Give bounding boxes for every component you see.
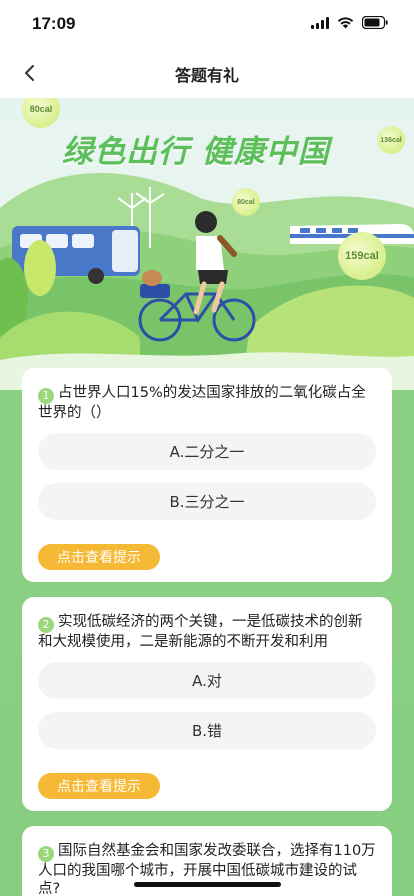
banner-illustration: 绿色出行 健康中国 80cal 136cal 80cal 159cal — [0, 98, 414, 390]
calorie-value: 80cal — [29, 104, 53, 114]
banner-slogan: 绿色出行 健康中国 — [62, 134, 330, 170]
battery-icon — [362, 16, 388, 29]
question-body: 国际自然基金会和国家发改委联合，选择有110万人口的我国哪个城市，开展中国低碳城… — [38, 843, 376, 896]
answer-option[interactable]: B.错 — [38, 712, 376, 749]
calorie-value: 136cal — [380, 136, 402, 144]
status-icons — [311, 16, 388, 29]
calorie-bubble: 159cal — [338, 232, 386, 280]
question-text: 3 国际自然基金会和国家发改委联合，选择有110万人口的我国哪个城市，开展中国低碳… — [38, 842, 376, 896]
navigation-bar: 答题有礼 — [0, 48, 414, 98]
question-body: 实现低碳经济的两个关键，一是低碳技术的创新和大规模使用，二是新能源的不断开发和利… — [38, 614, 363, 650]
home-indicator — [134, 882, 281, 887]
answer-option[interactable]: A.二分之一 — [38, 433, 376, 470]
status-time: 17:09 — [32, 14, 76, 33]
option-label: B.三分之一 — [169, 493, 245, 511]
question-text: 1 占世界人口15%的发达国家排放的二氧化碳占全世界的（） — [38, 384, 376, 422]
answer-option[interactable]: B.三分之一 — [38, 483, 376, 520]
calorie-bubble: 136cal — [377, 126, 405, 154]
question-card: 1 占世界人口15%的发达国家排放的二氧化碳占全世界的（） A.二分之一 B.三分… — [22, 368, 392, 582]
option-label: A.二分之一 — [169, 443, 245, 461]
answer-option[interactable]: A.对 — [38, 662, 376, 699]
option-label: A.对 — [192, 672, 222, 690]
question-body: 占世界人口15%的发达国家排放的二氧化碳占全世界的（） — [38, 385, 366, 421]
view-hint-button[interactable]: 点击查看提示 — [38, 544, 160, 570]
question-number-badge: 2 — [38, 617, 54, 633]
question-card: 2 实现低碳经济的两个关键，一是低碳技术的创新和大规模使用，二是新能源的不断开发和… — [22, 597, 392, 811]
wifi-icon — [337, 16, 354, 29]
question-number-badge: 3 — [38, 846, 54, 862]
status-bar: 17:09 — [0, 0, 414, 48]
calorie-bubble: 80cal — [232, 188, 260, 216]
question-number-badge: 1 — [38, 388, 54, 404]
view-hint-button[interactable]: 点击查看提示 — [38, 773, 160, 799]
calorie-value: 159cal — [345, 250, 379, 262]
option-label: B.错 — [191, 722, 223, 740]
cellular-signal-icon — [311, 16, 329, 29]
calorie-value: 80cal — [237, 198, 255, 206]
page-title: 答题有礼 — [174, 66, 239, 85]
question-text: 2 实现低碳经济的两个关键，一是低碳技术的创新和大规模使用，二是新能源的不断开发和… — [38, 613, 376, 651]
